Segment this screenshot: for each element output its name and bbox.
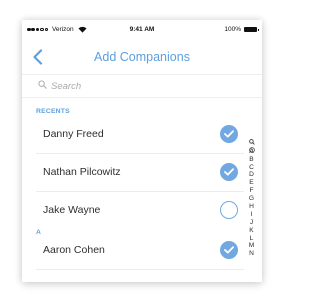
battery-percent: 100% xyxy=(224,26,241,33)
index-letter[interactable]: N xyxy=(246,250,257,258)
page-title: Add Companions xyxy=(94,50,190,64)
status-bar: Verizon 9:41 AM 100% xyxy=(22,20,262,40)
index-letter[interactable]: L xyxy=(246,235,257,243)
status-right: 100% xyxy=(224,26,259,33)
contact-name: Jake Wayne xyxy=(43,204,101,216)
contact-name: Danny Freed xyxy=(43,128,104,140)
search-icon xyxy=(38,80,47,89)
contact-name: Aaron Cohen xyxy=(43,244,105,256)
contact-row[interactable]: Nathan Pilcowitz xyxy=(22,154,244,191)
index-letter[interactable]: K xyxy=(246,227,257,235)
index-letter[interactable]: D xyxy=(246,171,257,179)
screen-background: Verizon 9:41 AM 100% Add Companions Sear… xyxy=(0,0,283,296)
battery-icon xyxy=(244,27,259,32)
index-letter[interactable]: E xyxy=(246,179,257,187)
navigation-bar: Add Companions xyxy=(22,40,262,74)
checkmark-unselected-icon[interactable] xyxy=(220,201,238,219)
checkmark-selected-icon[interactable] xyxy=(220,163,238,181)
index-letter[interactable]: G xyxy=(246,195,257,203)
index-search-icon[interactable] xyxy=(246,132,257,145)
contact-row[interactable]: Jake Wayne xyxy=(22,192,244,229)
index-letter[interactable]: F xyxy=(246,187,257,195)
index-letter[interactable]: C xyxy=(246,164,257,172)
row-divider xyxy=(36,269,244,270)
index-letter[interactable]: B xyxy=(246,156,257,164)
contact-row[interactable]: Aaron Cohen xyxy=(22,232,244,269)
phone-screen: Verizon 9:41 AM 100% Add Companions Sear… xyxy=(22,20,262,282)
search-input[interactable] xyxy=(51,77,231,95)
section-header-recents: RECENTS xyxy=(36,108,70,115)
index-letter[interactable]: I xyxy=(246,211,257,219)
contact-row[interactable]: Danny Freed xyxy=(22,116,244,153)
index-letter[interactable]: M xyxy=(246,242,257,250)
alphabet-index[interactable]: A B C D E F G H I J K L M N xyxy=(246,132,257,258)
contact-name: Nathan Pilcowitz xyxy=(43,166,121,178)
checkmark-selected-icon[interactable] xyxy=(220,241,238,259)
index-letter[interactable]: J xyxy=(246,219,257,227)
checkmark-selected-icon[interactable] xyxy=(220,125,238,143)
search-bar xyxy=(22,74,262,98)
index-letter[interactable]: H xyxy=(246,203,257,211)
